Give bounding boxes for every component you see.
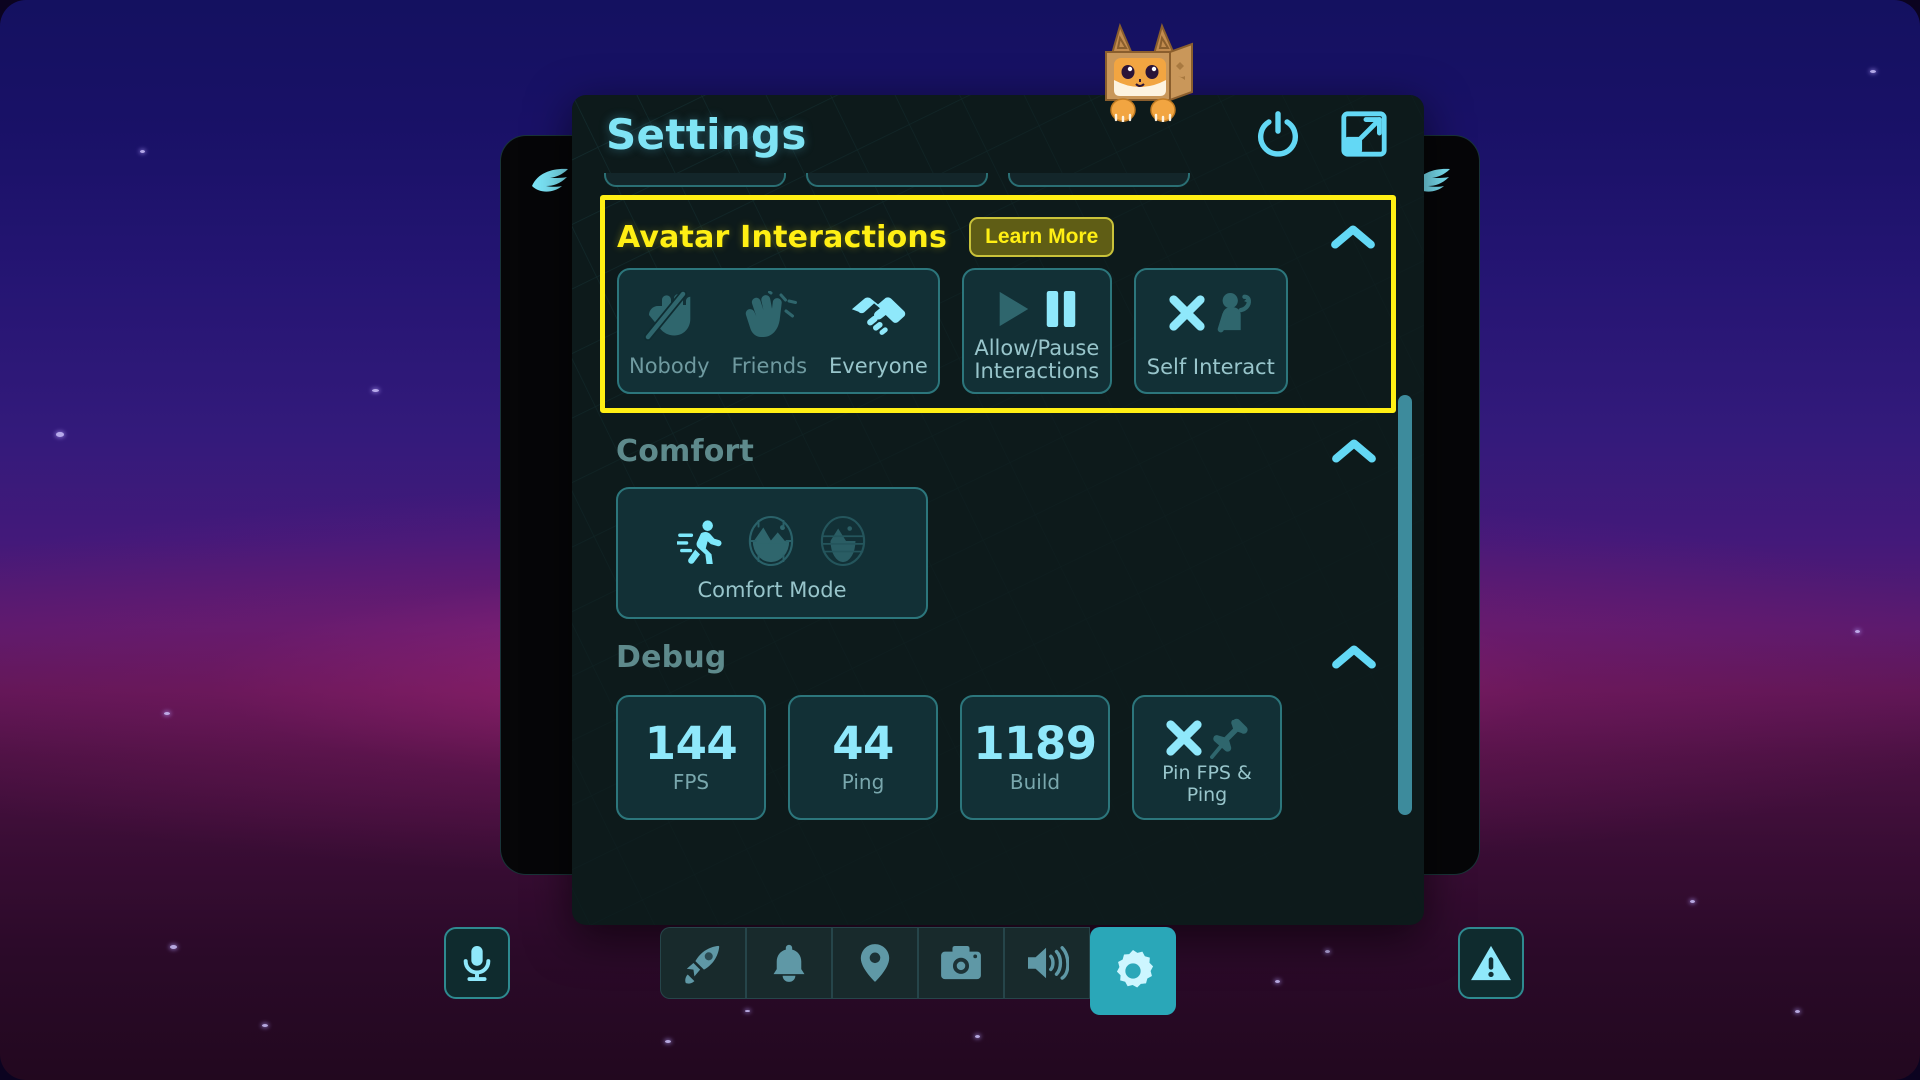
- window-header: Settings: [572, 95, 1424, 173]
- star: [262, 1024, 268, 1027]
- comfort-mode-icons: [677, 503, 867, 579]
- build-value: 1189: [973, 717, 1097, 770]
- learn-more-button[interactable]: Learn More: [969, 217, 1115, 257]
- card-audience-selector[interactable]: Nobody Friends Everyone: [617, 268, 940, 394]
- audience-option-friends[interactable]: Friends: [731, 285, 808, 379]
- avatar-interactions-cards: Nobody Friends Everyone Allow/Pause Inte…: [617, 268, 1379, 394]
- card-pin-fps-ping[interactable]: Pin FPS & Ping: [1132, 695, 1282, 820]
- star: [1690, 900, 1695, 903]
- scrollbar[interactable]: [1396, 395, 1414, 815]
- header-actions: [1252, 108, 1390, 160]
- ping-value: 44: [832, 717, 894, 770]
- card-self-interact[interactable]: Self Interact: [1133, 268, 1288, 394]
- cross-icon[interactable]: [1164, 718, 1204, 758]
- ping-label: Ping: [841, 770, 885, 794]
- clapping-hands-icon: [741, 285, 798, 347]
- stat-card-fps[interactable]: 144 FPS: [616, 695, 766, 820]
- star: [140, 150, 145, 153]
- star: [1870, 70, 1876, 73]
- self-interact-icons: [1167, 292, 1255, 334]
- card-label: Self Interact: [1146, 355, 1275, 380]
- section-header: Comfort: [616, 415, 1380, 487]
- settings-scroll-area[interactable]: Avatar Interactions Learn More Nobody Fr…: [572, 173, 1424, 925]
- card-allow-pause-interactions[interactable]: Allow/Pause Interactions: [961, 268, 1112, 394]
- page-title: Settings: [606, 109, 807, 159]
- audience-label: Nobody: [629, 354, 710, 379]
- section-title: Avatar Interactions: [617, 219, 948, 255]
- play-icon[interactable]: [994, 288, 1032, 330]
- pushpin-icon: [1210, 717, 1250, 759]
- running-person-icon[interactable]: [677, 518, 723, 565]
- taskbar: [660, 927, 1176, 1015]
- vr-scene-background: Settings Avatar Interactions Learn More …: [0, 0, 1920, 1080]
- wing-icon: [526, 166, 572, 198]
- person-wave-icon: [1215, 292, 1255, 334]
- fps-label: FPS: [672, 770, 710, 794]
- microphone-button[interactable]: [444, 927, 510, 999]
- taskbar-item-settings[interactable]: [1090, 927, 1176, 1015]
- section-avatar-interactions: Avatar Interactions Learn More Nobody Fr…: [600, 195, 1396, 413]
- handshake-icon: [849, 285, 907, 347]
- hand-slash-icon: [641, 285, 697, 347]
- peek-card[interactable]: [604, 173, 786, 187]
- taskbar-item-camera[interactable]: [918, 927, 1004, 999]
- taskbar-item-location[interactable]: [832, 927, 918, 999]
- star: [56, 432, 64, 437]
- star: [170, 945, 177, 949]
- taskbar-item-worlds[interactable]: [660, 927, 746, 999]
- audience-option-nobody[interactable]: Nobody: [629, 285, 710, 379]
- pin-icons: [1164, 717, 1250, 759]
- star: [975, 1035, 980, 1038]
- peek-card[interactable]: [806, 173, 988, 187]
- debug-cards: 144 FPS 44 Ping 1189 Build Pin FPS & Pin…: [616, 695, 1380, 820]
- star: [1275, 980, 1280, 983]
- allow-pause-icons: [994, 288, 1080, 330]
- section-header: Avatar Interactions Learn More: [617, 206, 1379, 268]
- audience-label: Friends: [731, 354, 808, 379]
- pause-icon[interactable]: [1042, 288, 1080, 330]
- section-debug: Debug 144 FPS 44 Ping 1189 Build Pin FPS…: [600, 619, 1396, 820]
- section-header: Debug: [616, 619, 1380, 695]
- resize-icon[interactable]: [1338, 108, 1390, 160]
- cross-icon[interactable]: [1167, 293, 1207, 333]
- audience-label: Everyone: [829, 354, 928, 379]
- cat-in-box-mascot: [1096, 14, 1212, 122]
- fps-value: 144: [644, 717, 738, 770]
- comfort-cards: Comfort Mode: [616, 487, 1380, 619]
- star: [164, 712, 170, 715]
- peek-card[interactable]: [1008, 173, 1190, 187]
- section-title: Debug: [616, 639, 727, 675]
- vignette-landscape-icon[interactable]: [747, 515, 795, 567]
- stat-card-build[interactable]: 1189 Build: [960, 695, 1110, 820]
- card-label: Comfort Mode: [697, 578, 847, 603]
- vignette-landscape-lines-icon[interactable]: [819, 515, 867, 567]
- scrolled-above-cards-peek: [600, 173, 1396, 191]
- audience-icons: Nobody Friends Everyone: [629, 282, 928, 382]
- card-label: Allow/Pause Interactions: [974, 335, 1100, 384]
- star: [372, 389, 379, 392]
- star: [1855, 630, 1860, 633]
- star: [1325, 950, 1330, 953]
- taskbar-item-audio[interactable]: [1004, 927, 1090, 999]
- section-comfort: Comfort Comfort Mode: [600, 415, 1396, 619]
- stat-card-ping[interactable]: 44 Ping: [788, 695, 938, 820]
- card-label: Pin FPS & Ping: [1162, 762, 1252, 806]
- build-label: Build: [1009, 770, 1061, 794]
- section-title: Comfort: [616, 433, 755, 469]
- scrollbar-thumb[interactable]: [1398, 395, 1412, 815]
- settings-window: Settings Avatar Interactions Learn More …: [572, 95, 1424, 925]
- star: [665, 1040, 671, 1043]
- chevron-up-icon[interactable]: [1328, 434, 1380, 468]
- warning-button[interactable]: [1458, 927, 1524, 999]
- audience-option-everyone[interactable]: Everyone: [829, 285, 928, 379]
- power-icon[interactable]: [1252, 108, 1304, 160]
- star: [1795, 1010, 1800, 1013]
- chevron-up-icon[interactable]: [1327, 220, 1379, 254]
- chevron-up-icon[interactable]: [1328, 640, 1380, 674]
- card-comfort-mode[interactable]: Comfort Mode: [616, 487, 928, 619]
- taskbar-item-notifications[interactable]: [746, 927, 832, 999]
